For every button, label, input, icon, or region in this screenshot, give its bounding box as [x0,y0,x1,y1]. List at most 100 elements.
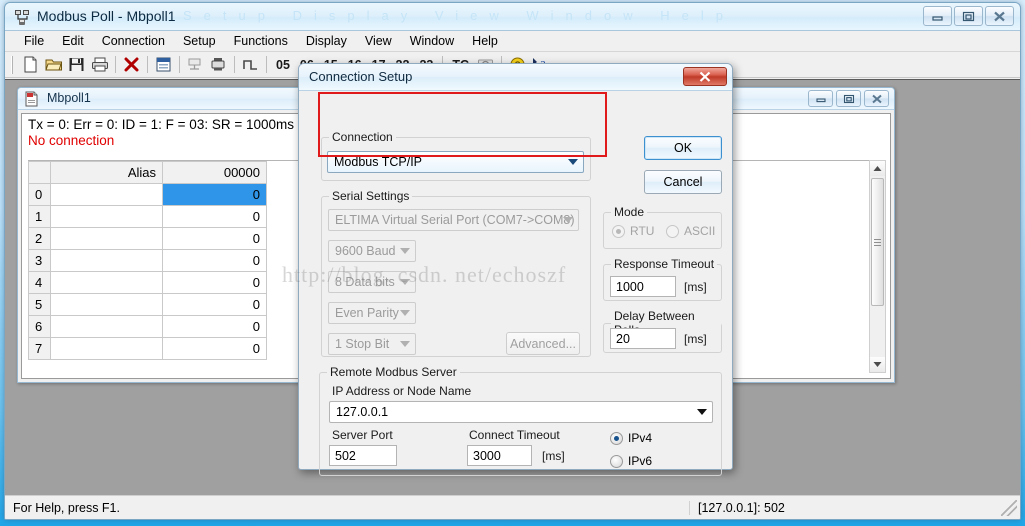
remote-modbus-server-legend: Remote Modbus Server [330,365,457,379]
row-index[interactable]: 6 [28,315,51,338]
main-application-window: Setup Display View Window Help Modbus Po… [4,2,1021,520]
menu-item-display[interactable]: Display [297,32,356,50]
dialog-close-button[interactable] [683,67,727,86]
cell-alias[interactable] [50,337,163,360]
row-index[interactable]: 0 [28,183,51,206]
ipv6-radio[interactable]: IPv6 [610,454,652,468]
window-close-button[interactable] [985,6,1014,26]
table-row[interactable]: 1 0 [28,205,267,228]
new-document-icon[interactable] [19,54,42,76]
poll-device-icon[interactable] [207,54,230,76]
row-index[interactable]: 4 [28,271,51,294]
child-vertical-scrollbar[interactable] [869,160,886,373]
baud-rate-combobox[interactable]: 9600 Baud [328,240,416,262]
child-close-button[interactable] [864,90,889,107]
mode-rtu-radio[interactable]: RTU [612,224,654,238]
print-icon[interactable] [88,54,111,76]
row-index[interactable]: 2 [28,227,51,250]
function-code-05[interactable]: 05 [271,58,295,72]
column-header-alias[interactable]: Alias [50,161,163,184]
menu-item-functions[interactable]: Functions [225,32,297,50]
scrollbar-thumb[interactable] [871,178,884,306]
delay-between-polls-unit: [ms] [684,332,707,346]
open-folder-icon[interactable] [42,54,65,76]
menu-item-setup[interactable]: Setup [174,32,225,50]
save-disk-icon[interactable] [65,54,88,76]
table-row[interactable]: 6 0 [28,315,267,338]
chevron-down-icon [400,248,410,254]
menu-item-edit[interactable]: Edit [53,32,93,50]
resize-grip-icon[interactable] [1001,499,1017,516]
cell-value[interactable]: 0 [162,315,267,338]
column-header-00000[interactable]: 00000 [162,161,267,184]
dialog-titlebar: Connection Setup [299,64,732,91]
menu-item-help[interactable]: Help [463,32,507,50]
cell-alias[interactable] [50,183,163,206]
window-minimize-button[interactable] [923,6,952,26]
cell-alias[interactable] [50,271,163,294]
cell-value[interactable]: 0 [162,227,267,250]
child-restore-button[interactable] [836,90,861,107]
row-index[interactable]: 5 [28,293,51,316]
menu-item-window[interactable]: Window [401,32,463,50]
row-index[interactable]: 1 [28,205,51,228]
parity-combobox[interactable]: Even Parity [328,302,416,324]
mode-ascii-radio[interactable]: ASCII [666,224,715,238]
serial-port-combobox[interactable]: ELTIMA Virtual Serial Port (COM7->COM8) [328,209,579,231]
cell-value-selected[interactable]: 0 [162,183,267,206]
window-restore-button[interactable] [954,6,983,26]
menu-item-view[interactable]: View [356,32,401,50]
cell-alias[interactable] [50,315,163,338]
cell-value[interactable]: 0 [162,205,267,228]
ipv4-label: IPv4 [628,431,653,445]
cell-alias[interactable] [50,227,163,250]
cell-value[interactable]: 0 [162,271,267,294]
menu-item-file[interactable]: File [15,32,53,50]
radio-selected-icon [612,224,625,238]
table-row[interactable]: 5 0 [28,293,267,316]
menu-item-connection[interactable]: Connection [93,32,174,50]
table-row[interactable]: 2 0 [28,227,267,250]
cell-alias[interactable] [50,293,163,316]
cell-alias[interactable] [50,249,163,272]
chevron-down-icon [400,310,410,316]
child-minimize-button[interactable] [808,90,833,107]
server-port-input[interactable]: 502 [329,445,397,466]
cancel-button[interactable]: Cancel [644,170,722,194]
connect-timeout-input[interactable]: 3000 [467,445,532,466]
ipv4-radio[interactable]: IPv4 [610,431,652,445]
mode-group-legend: Mode [614,205,645,219]
cell-alias[interactable] [50,205,163,228]
delete-red-x-icon[interactable] [120,54,143,76]
table-row[interactable]: 3 0 [28,249,267,272]
ok-button[interactable]: OK [644,136,722,160]
cell-value[interactable]: 0 [162,337,267,360]
stop-bits-value: 1 Stop Bit [335,337,390,351]
window-properties-icon[interactable] [152,54,175,76]
connection-type-combobox[interactable]: Modbus TCP/IP [327,151,584,173]
cell-value[interactable]: 0 [162,249,267,272]
pulse-signal-icon[interactable] [239,54,262,76]
data-bits-value: 8 Data bits [335,275,395,289]
delay-between-polls-input[interactable]: 20 [610,328,676,349]
row-index[interactable]: 3 [28,249,51,272]
ipv6-label: IPv6 [628,454,653,468]
table-row[interactable]: 0 0 [28,183,267,206]
stop-bits-combobox[interactable]: 1 Stop Bit [328,333,416,355]
connection-setup-dialog: Connection Setup Connection Modbus TCP/I… [298,63,733,476]
read-write-definition-icon[interactable] [184,54,207,76]
scroll-down-arrow-icon[interactable] [870,357,885,372]
row-index[interactable]: 7 [28,337,51,360]
response-timeout-unit: [ms] [684,280,707,294]
column-header-index[interactable] [28,161,51,184]
data-bits-combobox[interactable]: 8 Data bits [328,271,416,293]
desktop-background: Setup Display View Window Help Modbus Po… [0,0,1025,526]
ip-address-combobox[interactable]: 127.0.0.1 [329,401,713,423]
table-row[interactable]: 7 0 [28,337,267,360]
cell-value[interactable]: 0 [162,293,267,316]
table-row[interactable]: 4 0 [28,271,267,294]
scroll-up-arrow-icon[interactable] [870,161,885,176]
advanced-button[interactable]: Advanced... [506,332,580,355]
toolbar-grip[interactable] [11,55,14,74]
response-timeout-input[interactable]: 1000 [610,276,676,297]
